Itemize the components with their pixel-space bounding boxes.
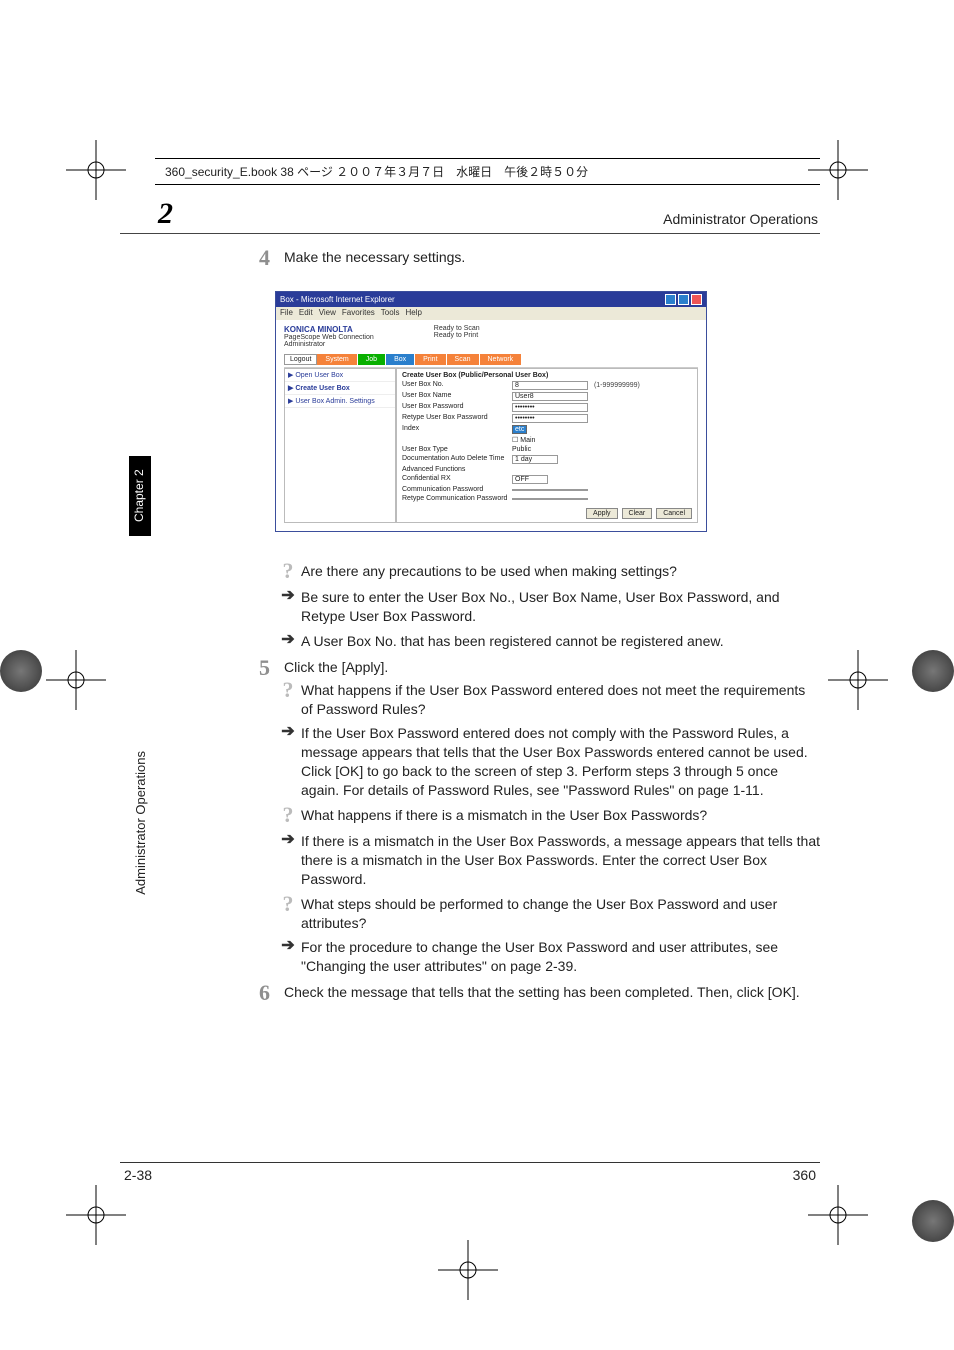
name-label: User Box Name (402, 392, 512, 401)
index-select[interactable]: etc (512, 425, 527, 434)
crop-mark (438, 1240, 498, 1300)
a5-3: For the procedure to change the User Box… (301, 938, 820, 976)
index-label: Index (402, 425, 512, 434)
name-input[interactable]: User8 (512, 392, 588, 401)
a4-2: A User Box No. that has been registered … (301, 632, 820, 651)
no-label: User Box No. (402, 381, 512, 390)
type-label: User Box Type (402, 446, 512, 453)
arrow-icon: ➔ (275, 724, 301, 740)
window-title: Box - Microsoft Internet Explorer (280, 295, 395, 304)
rcomm-input[interactable] (512, 498, 588, 500)
apply-button[interactable]: Apply (586, 508, 618, 519)
step-number: 6 (220, 980, 284, 1006)
no-input[interactable]: 8 (512, 381, 588, 390)
main-checkbox-label[interactable]: Main (520, 437, 535, 444)
question-icon: ? (275, 804, 301, 826)
menu-fav[interactable]: Favorites (342, 308, 375, 319)
hole (0, 650, 42, 692)
auto-select[interactable]: 1 day (512, 455, 558, 464)
brand: KONICA MINOLTA (284, 325, 374, 334)
section-side-label: Administrator Operations (133, 751, 148, 895)
q5-3: What steps should be performed to change… (301, 895, 820, 933)
step-number: 4 (220, 245, 284, 271)
arrow-icon: ➔ (275, 938, 301, 954)
page-header: 2 Administrator Operations (120, 195, 820, 234)
hole (912, 1200, 954, 1242)
arrow-icon: ➔ (275, 588, 301, 604)
logout-button[interactable]: Logout (284, 354, 317, 365)
menu-view[interactable]: View (319, 308, 336, 319)
menu-tools[interactable]: Tools (381, 308, 400, 319)
arrow-icon: ➔ (275, 632, 301, 648)
max-icon[interactable] (678, 294, 689, 305)
a5-2: If there is a mismatch in the User Box P… (301, 832, 820, 889)
comm-label: Communication Password (402, 486, 512, 493)
rpw-input[interactable]: •••••••• (512, 414, 588, 423)
book-header: 360_security_E.book 38 ページ ２００７年３月７日 水曜日… (155, 158, 820, 185)
rcomm-label: Retype Communication Password (402, 495, 512, 502)
clear-button[interactable]: Clear (622, 508, 653, 519)
menu-file[interactable]: File (280, 308, 293, 319)
crop-mark (66, 1185, 126, 1245)
embedded-screenshot: Box - Microsoft Internet Explorer File E… (275, 291, 707, 532)
side-create[interactable]: ▶ Create User Box (285, 382, 395, 395)
tab-print[interactable]: Print (415, 354, 446, 365)
tab-box[interactable]: Box (386, 354, 415, 365)
question-icon: ? (275, 560, 301, 582)
form-title: Create User Box (Public/Personal User Bo… (402, 372, 692, 379)
step-text: Click the [Apply]. (284, 659, 820, 675)
side-admin[interactable]: ▶ User Box Admin. Settings (285, 395, 395, 408)
a5-1: If the User Box Password entered does no… (301, 724, 820, 800)
step-text: Make the necessary settings. (284, 249, 820, 265)
question-icon: ? (275, 679, 301, 701)
page-number-doc: 360 (793, 1167, 816, 1183)
step-number: 5 (220, 655, 284, 681)
conf-select[interactable]: OFF (512, 475, 548, 484)
hole (912, 650, 954, 692)
auto-label: Documentation Auto Delete Time (402, 455, 512, 464)
subbrand: PageScope Web Connection (284, 334, 374, 341)
status-print: Ready to Print (434, 332, 480, 339)
type-value: Public (512, 446, 692, 453)
pw-label: User Box Password (402, 403, 512, 412)
crop-mark (828, 650, 888, 710)
menu-help[interactable]: Help (405, 308, 421, 319)
crop-mark (66, 140, 126, 200)
a4-1: Be sure to enter the User Box No., User … (301, 588, 820, 626)
tab-system[interactable]: System (317, 354, 357, 365)
close-icon[interactable] (691, 294, 702, 305)
book-header-text: 360_security_E.book 38 ページ ２００７年３月７日 水曜日… (165, 163, 588, 180)
tab-job[interactable]: Job (358, 354, 386, 365)
adv-label: Advanced Functions (402, 466, 512, 473)
chapter-number: 2 (158, 197, 173, 231)
cancel-button[interactable]: Cancel (656, 508, 692, 519)
no-hint: (1-999999999) (594, 382, 640, 389)
q5-2: What happens if there is a mismatch in t… (301, 806, 820, 825)
arrow-icon: ➔ (275, 832, 301, 848)
role: Administrator (284, 341, 374, 348)
tab-scan[interactable]: Scan (447, 354, 480, 365)
min-icon[interactable] (665, 294, 676, 305)
q5-1: What happens if the User Box Password en… (301, 681, 820, 719)
chapter-tab: Chapter 2 (129, 456, 151, 536)
q4-1: Are there any precautions to be used whe… (301, 562, 820, 581)
step-text: Check the message that tells that the se… (284, 984, 820, 1000)
pw-input[interactable]: •••••••• (512, 403, 588, 412)
status-scan: Ready to Scan (434, 325, 480, 332)
comm-input[interactable] (512, 489, 588, 491)
conf-label: Confidential RX (402, 475, 512, 484)
page-number-local: 2-38 (124, 1167, 152, 1183)
rpw-label: Retype User Box Password (402, 414, 512, 423)
side-open[interactable]: ▶ Open User Box (285, 369, 395, 382)
page-title: Administrator Operations (663, 211, 818, 227)
question-icon: ? (275, 893, 301, 915)
tab-network[interactable]: Network (480, 354, 523, 365)
crop-mark (46, 650, 106, 710)
menu-edit[interactable]: Edit (299, 308, 313, 319)
